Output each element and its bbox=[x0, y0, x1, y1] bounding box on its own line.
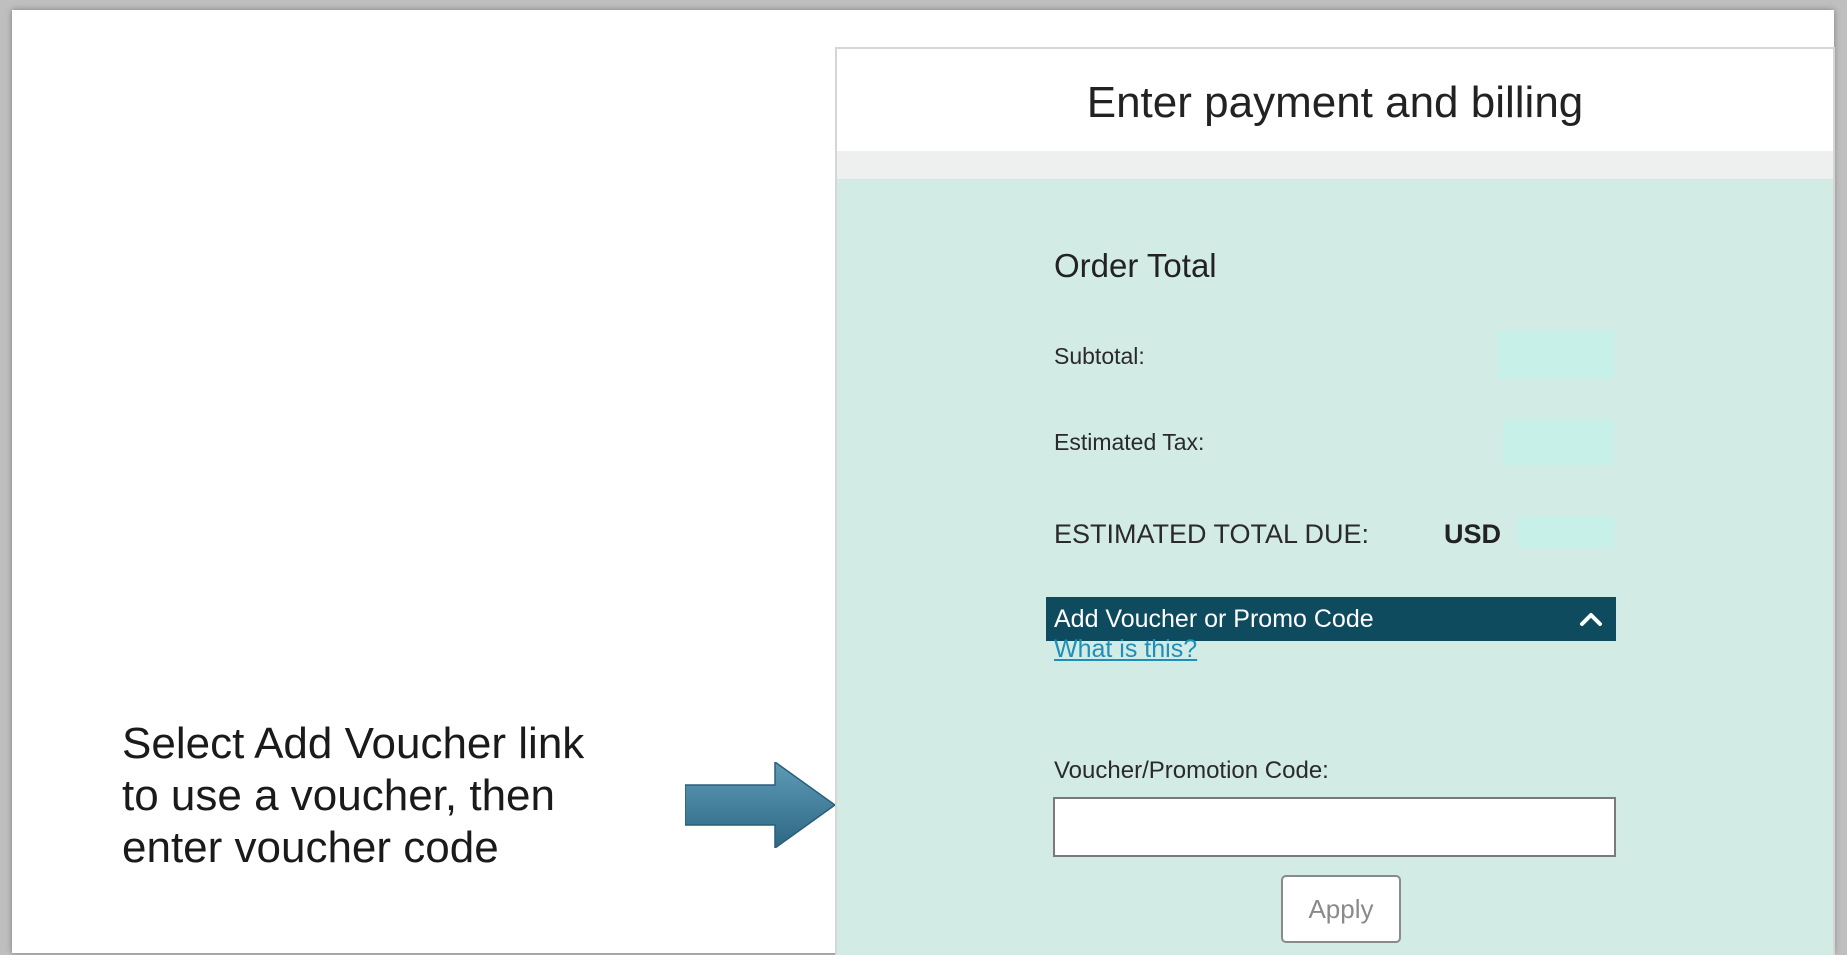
page-title: Enter payment and billing bbox=[1086, 78, 1584, 127]
add-voucher-label: Add Voucher or Promo Code bbox=[1054, 604, 1374, 633]
what-is-this-link[interactable]: What is this? bbox=[1054, 635, 1197, 664]
instruction-line-3: enter voucher code bbox=[122, 823, 499, 872]
instruction-line-2: to use a voucher, then bbox=[122, 771, 555, 820]
subtotal-value bbox=[1497, 331, 1615, 379]
currency-label: USD bbox=[1444, 519, 1502, 549]
estimated-total-label: ESTIMATED TOTAL DUE: bbox=[1054, 519, 1370, 549]
estimated-tax-label: Estimated Tax: bbox=[1054, 429, 1205, 455]
apply-button[interactable]: Apply bbox=[1281, 875, 1401, 943]
voucher-code-input[interactable] bbox=[1053, 797, 1616, 857]
estimated-tax-value bbox=[1503, 419, 1613, 465]
chevron-up-icon bbox=[1576, 607, 1606, 631]
order-total-heading: Order Total bbox=[1054, 247, 1217, 284]
estimated-total-value bbox=[1517, 516, 1615, 548]
instruction-text: Select Add Voucher link to use a voucher… bbox=[122, 718, 682, 874]
instruction-line-1: Select Add Voucher link bbox=[122, 719, 585, 768]
panel-header: Enter payment and billing bbox=[837, 49, 1833, 151]
slide: Select Add Voucher link to use a voucher… bbox=[12, 10, 1835, 955]
header-divider bbox=[837, 151, 1833, 180]
subtotal-label: Subtotal: bbox=[1054, 343, 1145, 369]
voucher-code-label: Voucher/Promotion Code: bbox=[1054, 757, 1329, 784]
payment-panel: Enter payment and billing Order Total Su… bbox=[835, 47, 1835, 955]
right-arrow-icon bbox=[685, 762, 835, 848]
